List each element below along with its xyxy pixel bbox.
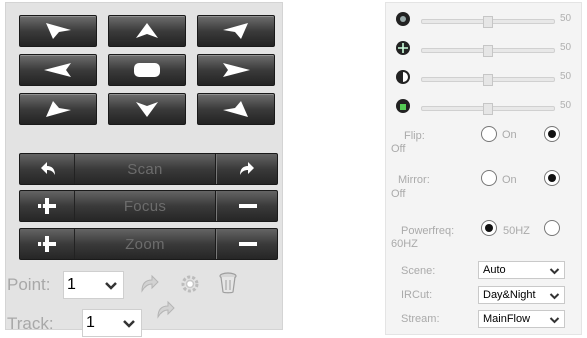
point-select[interactable]: 1 <box>63 271 124 299</box>
zoom-out-button[interactable] <box>216 229 278 259</box>
ircut-label: IRCut: <box>401 289 433 301</box>
saturation-slider[interactable] <box>421 45 555 57</box>
arrow-up-right-icon <box>223 23 248 39</box>
contrast-slider[interactable] <box>421 74 555 86</box>
scene-select[interactable]: Auto <box>478 261 565 279</box>
brightness-slider-row: 50 <box>396 12 576 28</box>
stop-icon <box>134 63 160 77</box>
powerfreq-60hz-label: 60HZ <box>391 238 418 250</box>
scan-right-button[interactable] <box>216 154 278 184</box>
contrast-value: 50 <box>560 71 572 82</box>
up-right-button[interactable] <box>197 15 275 47</box>
image-settings-panel: 50 50 50 50 Flip: On Off Mirror: On Off … <box>385 2 582 335</box>
plus-icon <box>38 236 56 252</box>
slider-thumb[interactable] <box>483 103 493 115</box>
call-preset-icon[interactable] <box>138 273 160 295</box>
zoom-in-button[interactable] <box>20 229 75 259</box>
down-button[interactable] <box>108 93 186 125</box>
scan-bar: Scan <box>19 153 278 185</box>
arrow-down-left-icon <box>46 101 71 117</box>
flip-on-label: On <box>502 129 517 141</box>
up-button[interactable] <box>108 15 186 47</box>
home-button[interactable] <box>108 54 186 86</box>
slider-thumb[interactable] <box>483 45 493 57</box>
brightness-icon <box>396 12 410 26</box>
flip-on-radio[interactable] <box>481 126 497 142</box>
scene-label: Scene: <box>401 265 436 277</box>
zoom-label: Zoom <box>125 235 165 253</box>
mirror-off-radio[interactable] <box>544 170 560 186</box>
down-left-button[interactable] <box>19 93 97 125</box>
sharpness-slider[interactable] <box>421 103 555 115</box>
sharpness-value: 50 <box>560 100 572 111</box>
chevron-down-icon <box>549 317 560 324</box>
brightness-slider[interactable] <box>421 16 555 28</box>
focus-label: Focus <box>123 197 167 215</box>
arrow-down-right-icon <box>223 101 248 117</box>
brightness-value: 50 <box>560 13 572 24</box>
focus-in-button[interactable] <box>20 191 75 221</box>
scan-label: Scan <box>127 160 163 178</box>
arrow-up-left-icon <box>46 23 71 39</box>
chevron-down-icon <box>549 293 560 300</box>
delete-preset-trash-icon[interactable] <box>218 271 238 295</box>
left-button[interactable] <box>19 54 97 86</box>
point-value: 1 <box>67 276 76 293</box>
powerfreq-50hz-radio[interactable] <box>481 220 497 236</box>
flip-off-label: Off <box>391 143 406 155</box>
chevron-down-icon <box>105 282 117 290</box>
focus-out-button[interactable] <box>216 191 278 221</box>
track-label: Track: <box>7 314 54 333</box>
slider-thumb[interactable] <box>483 74 493 86</box>
stream-value: MainFlow <box>483 313 531 325</box>
saturation-icon <box>396 41 410 55</box>
saturation-value: 50 <box>560 42 572 53</box>
track-value: 1 <box>86 314 95 331</box>
arrow-right-icon <box>223 63 250 77</box>
minus-icon <box>238 204 257 208</box>
plus-icon <box>38 198 56 214</box>
up-left-button[interactable] <box>19 15 97 47</box>
contrast-icon <box>396 70 410 84</box>
saturation-slider-row: 50 <box>396 41 576 57</box>
point-label: Point: <box>7 275 51 294</box>
mirror-on-label: On <box>502 174 517 186</box>
mirror-on-radio[interactable] <box>481 170 497 186</box>
right-button[interactable] <box>197 54 275 86</box>
scan-left-button[interactable] <box>20 154 75 184</box>
arrow-down-icon <box>136 102 158 117</box>
ptz-control-panel: Scan Focus Zoom Point: 1 Track: 1 <box>5 2 283 337</box>
track-select[interactable]: 1 <box>82 309 142 337</box>
mirror-off-label: Off <box>391 188 406 200</box>
chevron-down-icon <box>123 320 135 328</box>
arrow-left-icon <box>44 63 71 77</box>
minus-icon <box>238 242 257 246</box>
mirror-label: Mirror: <box>398 174 430 186</box>
run-track-icon[interactable] <box>154 299 176 321</box>
stream-label: Stream: <box>401 313 440 325</box>
rotate-left-icon <box>41 162 55 175</box>
stream-select[interactable]: MainFlow <box>478 310 565 328</box>
ircut-value: Day&Night <box>483 289 536 301</box>
set-preset-gear-icon[interactable] <box>179 273 201 295</box>
powerfreq-60hz-radio[interactable] <box>544 220 560 236</box>
slider-thumb[interactable] <box>483 16 493 28</box>
powerfreq-label: Powerfreq: <box>401 225 455 237</box>
flip-label: Flip: <box>404 130 425 142</box>
scene-value: Auto <box>483 264 506 276</box>
rotate-right-icon <box>239 162 254 175</box>
sharpness-slider-row: 50 <box>396 99 576 115</box>
zoom-bar: Zoom <box>19 228 278 260</box>
powerfreq-50hz-label: 50HZ <box>503 225 530 237</box>
arrow-up-icon <box>136 23 158 38</box>
flip-off-radio[interactable] <box>544 126 560 142</box>
contrast-slider-row: 50 <box>396 70 576 86</box>
sharpness-icon <box>396 99 410 113</box>
down-right-button[interactable] <box>197 93 275 125</box>
ircut-select[interactable]: Day&Night <box>478 286 565 304</box>
focus-bar: Focus <box>19 190 278 222</box>
chevron-down-icon <box>549 268 560 275</box>
